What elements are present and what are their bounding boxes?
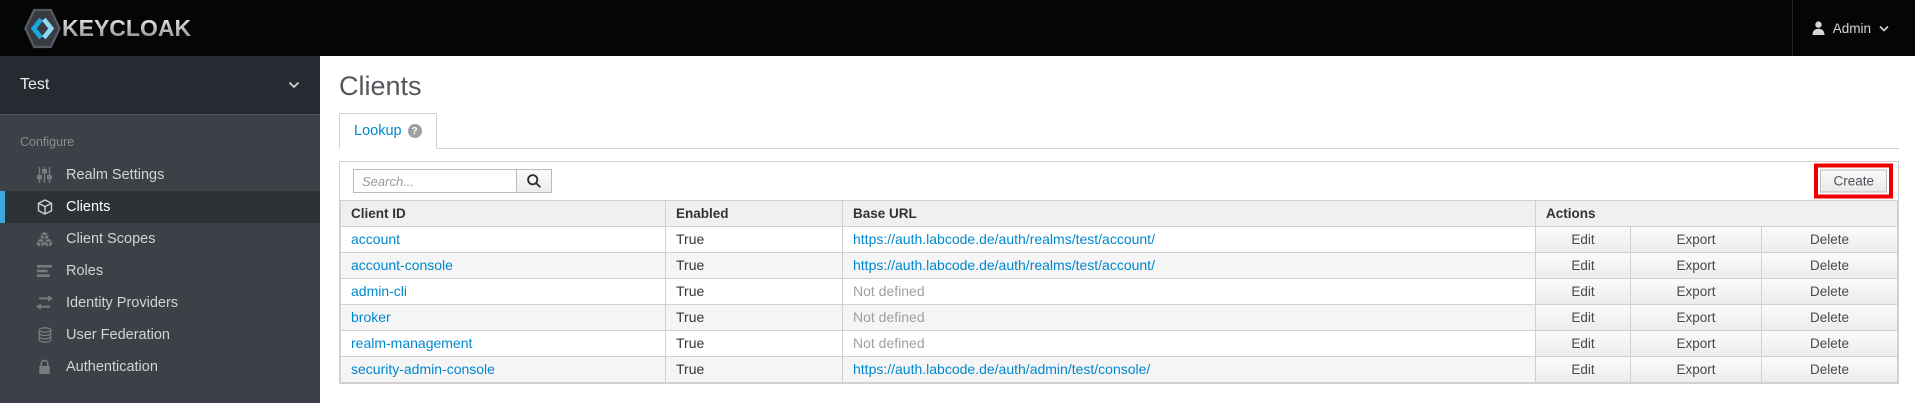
- base-url-cell[interactable]: https://auth.labcode.de/auth/realms/test…: [853, 257, 1155, 273]
- sidebar-item-label: Clients: [66, 199, 111, 215]
- delete-button[interactable]: Delete: [1762, 331, 1897, 356]
- logo-text: KEYCLOAK: [62, 14, 192, 41]
- sidebar-item-identity-providers[interactable]: Identity Providers: [0, 287, 320, 319]
- sidebar-item-client-scopes[interactable]: Client Scopes: [0, 223, 320, 255]
- column-header-actions: Actions: [1535, 200, 1898, 227]
- client-id-link[interactable]: broker: [351, 309, 391, 325]
- lock-icon: [36, 359, 53, 375]
- client-id-link[interactable]: admin-cli: [351, 283, 407, 299]
- create-button[interactable]: Create: [1820, 169, 1887, 193]
- sidebar-item-label: Authentication: [66, 359, 158, 375]
- delete-button[interactable]: Delete: [1762, 305, 1897, 330]
- question-circle-icon[interactable]: ?: [407, 124, 422, 138]
- table-row: account True https://auth.labcode.de/aut…: [340, 226, 1898, 253]
- export-button[interactable]: Export: [1631, 357, 1761, 382]
- topbar: KEYCLOAK Admin: [0, 0, 1915, 56]
- base-url-cell: Not defined: [853, 309, 925, 325]
- export-button[interactable]: Export: [1631, 227, 1761, 252]
- table-row: security-admin-console True https://auth…: [340, 356, 1898, 383]
- enabled-cell: True: [665, 226, 843, 253]
- cubes-icon: [36, 231, 53, 247]
- sidebar-item-label: Client Scopes: [66, 231, 156, 247]
- search-button[interactable]: [516, 169, 552, 193]
- search-group: [353, 169, 552, 193]
- tab-bar: Lookup ?: [339, 113, 1899, 149]
- column-header-base-url: Base URL: [842, 200, 1536, 227]
- search-input[interactable]: [353, 169, 517, 193]
- enabled-cell: True: [665, 304, 843, 331]
- table-row: broker True Not defined Edit Export Dele…: [340, 304, 1898, 331]
- client-id-link[interactable]: account: [351, 231, 400, 247]
- keycloak-hexagon-icon: [24, 8, 61, 49]
- client-id-link[interactable]: account-console: [351, 257, 453, 273]
- user-menu-button[interactable]: Admin: [1791, 0, 1915, 56]
- export-button[interactable]: Export: [1631, 253, 1761, 278]
- cube-icon: [36, 199, 53, 215]
- tab-lookup-label: Lookup: [354, 123, 402, 139]
- client-id-link[interactable]: security-admin-console: [351, 361, 495, 377]
- user-name: Admin: [1832, 20, 1871, 36]
- sidebar: Test Configure Realm Settings Clients Cl…: [0, 56, 320, 403]
- table-row: realm-management True Not defined Edit E…: [340, 330, 1898, 357]
- sidebar-nav: Configure Realm Settings Clients Client …: [0, 115, 320, 383]
- chevron-down-icon: [288, 81, 300, 89]
- sidebar-item-roles[interactable]: Roles: [0, 255, 320, 287]
- edit-button[interactable]: Edit: [1536, 305, 1630, 330]
- nav-section-label: Configure: [20, 135, 75, 149]
- sidebar-item-label: Realm Settings: [66, 167, 165, 183]
- delete-button[interactable]: Delete: [1762, 227, 1897, 252]
- sidebar-item-clients[interactable]: Clients: [0, 191, 320, 223]
- table-toolbar: Create: [340, 162, 1898, 200]
- magnifier-icon: [526, 173, 542, 189]
- create-button-highlight: Create: [1814, 163, 1893, 199]
- edit-button[interactable]: Edit: [1536, 227, 1630, 252]
- table-row: account-console True https://auth.labcod…: [340, 252, 1898, 279]
- enabled-cell: True: [665, 278, 843, 305]
- column-header-enabled: Enabled: [665, 200, 843, 227]
- clients-table: Client ID Enabled Base URL Actions accou…: [340, 200, 1898, 383]
- edit-button[interactable]: Edit: [1536, 253, 1630, 278]
- base-url-cell[interactable]: https://auth.labcode.de/auth/realms/test…: [853, 231, 1155, 247]
- sidebar-item-realm-settings[interactable]: Realm Settings: [0, 159, 320, 191]
- edit-button[interactable]: Edit: [1536, 357, 1630, 382]
- clients-panel: Create Client ID Enabled Base URL Action…: [339, 161, 1899, 384]
- page-title: Clients: [339, 71, 422, 101]
- main-content: Clients Lookup ? Create: [320, 56, 1915, 403]
- enabled-cell: True: [665, 330, 843, 357]
- column-header-client-id: Client ID: [340, 200, 666, 227]
- delete-button[interactable]: Delete: [1762, 253, 1897, 278]
- table-row: admin-cli True Not defined Edit Export D…: [340, 278, 1898, 305]
- sidebar-item-authentication[interactable]: Authentication: [0, 351, 320, 383]
- edit-button[interactable]: Edit: [1536, 331, 1630, 356]
- realm-selector[interactable]: Test: [0, 56, 320, 115]
- clients-table-body: account True https://auth.labcode.de/aut…: [340, 226, 1898, 383]
- list-icon: [36, 264, 53, 278]
- chevron-down-icon: [1879, 25, 1889, 32]
- database-icon: [36, 327, 53, 343]
- realm-name: Test: [20, 76, 50, 93]
- export-button[interactable]: Export: [1631, 279, 1761, 304]
- user-icon: [1812, 21, 1825, 35]
- delete-button[interactable]: Delete: [1762, 279, 1897, 304]
- table-header-row: Client ID Enabled Base URL Actions: [340, 200, 1898, 227]
- delete-button[interactable]: Delete: [1762, 357, 1897, 382]
- sidebar-item-label: Roles: [66, 263, 104, 279]
- keycloak-logo: KEYCLOAK: [24, 8, 191, 49]
- sliders-icon: [36, 167, 53, 183]
- sidebar-item-user-federation[interactable]: User Federation: [0, 319, 320, 351]
- base-url-cell[interactable]: https://auth.labcode.de/auth/admin/test/…: [853, 361, 1150, 377]
- client-id-link[interactable]: realm-management: [351, 335, 472, 351]
- enabled-cell: True: [665, 356, 843, 383]
- base-url-cell: Not defined: [853, 283, 925, 299]
- exchange-icon: [36, 296, 53, 310]
- enabled-cell: True: [665, 252, 843, 279]
- export-button[interactable]: Export: [1631, 331, 1761, 356]
- export-button[interactable]: Export: [1631, 305, 1761, 330]
- sidebar-item-label: User Federation: [66, 327, 170, 343]
- edit-button[interactable]: Edit: [1536, 279, 1630, 304]
- sidebar-item-label: Identity Providers: [66, 295, 179, 311]
- tab-lookup[interactable]: Lookup ?: [339, 113, 437, 149]
- base-url-cell: Not defined: [853, 335, 925, 351]
